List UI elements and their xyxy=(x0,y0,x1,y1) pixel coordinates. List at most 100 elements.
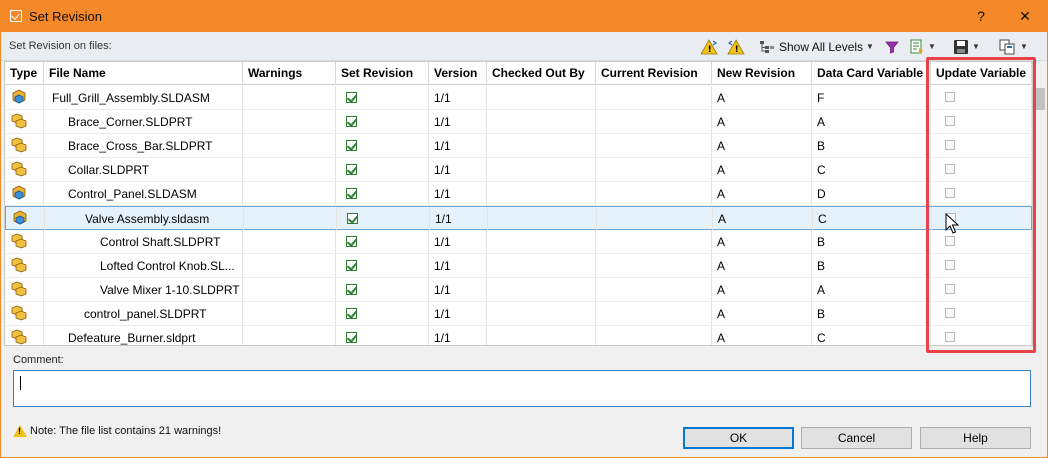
set-revision-checkbox[interactable] xyxy=(346,92,357,103)
help-button[interactable]: Help xyxy=(920,427,1031,449)
new-revision-cell[interactable]: A xyxy=(712,326,812,345)
file-name-cell[interactable]: Control_Panel.SLDASM xyxy=(44,182,243,205)
file-name-cell[interactable]: Collar.SLDPRT xyxy=(44,158,243,181)
file-name-cell[interactable]: Brace_Corner.SLDPRT xyxy=(44,110,243,133)
new-revision-cell[interactable]: A xyxy=(712,86,812,109)
set-revision-cell[interactable] xyxy=(336,158,429,181)
file-name-cell[interactable]: Valve Assembly.sldasm xyxy=(45,207,244,230)
file-name-cell[interactable]: control_panel.SLDPRT xyxy=(44,302,243,325)
set-revision-checkbox[interactable] xyxy=(346,284,357,295)
file-name-cell[interactable]: Brace_Cross_Bar.SLDPRT xyxy=(44,134,243,157)
data-card-variable-cell: B xyxy=(812,230,931,253)
set-revision-cell[interactable] xyxy=(336,182,429,205)
part-icon xyxy=(11,113,27,129)
current-revision-cell xyxy=(597,207,713,230)
table-row[interactable]: Valve Mixer 1-10.SLDPRT 1/1 A A xyxy=(5,278,1032,302)
data-card-variable-cell: C xyxy=(812,158,931,181)
data-card-variable-cell: A xyxy=(812,110,931,133)
new-revision-cell[interactable]: A xyxy=(712,254,812,277)
set-revision-checkbox[interactable] xyxy=(346,260,357,271)
assembly-icon xyxy=(12,89,26,104)
column-header[interactable]: Current Revision xyxy=(596,62,712,85)
new-revision-cell[interactable]: A xyxy=(712,158,812,181)
part-icon xyxy=(11,161,27,177)
set-revision-checkbox[interactable] xyxy=(346,164,357,175)
set-revision-cell[interactable] xyxy=(336,110,429,133)
new-revision-cell[interactable]: A xyxy=(712,134,812,157)
version-cell: 1/1 xyxy=(429,158,487,181)
data-card-variable-cell: C xyxy=(812,326,931,345)
comment-input[interactable] xyxy=(13,370,1031,407)
svg-text:!: ! xyxy=(708,45,712,55)
close-button[interactable]: ✕ xyxy=(1013,6,1037,26)
column-header[interactable]: Warnings xyxy=(243,62,336,85)
save-dropdown[interactable]: ▼ xyxy=(953,37,980,56)
set-revision-cell[interactable] xyxy=(336,254,429,277)
set-revision-checkbox[interactable] xyxy=(346,332,357,343)
column-header[interactable]: Set Revision xyxy=(336,62,429,85)
set-revision-checkbox[interactable] xyxy=(346,188,357,199)
new-revision-cell[interactable]: A xyxy=(713,207,813,230)
scrollbar-thumb[interactable] xyxy=(1036,88,1045,110)
column-header[interactable]: Data Card Variable xyxy=(812,62,931,85)
data-card-variable-cell: D xyxy=(812,182,931,205)
table-row[interactable]: control_panel.SLDPRT 1/1 A B xyxy=(5,302,1032,326)
current-revision-cell xyxy=(596,254,712,277)
checked-out-by-cell xyxy=(487,230,596,253)
table-row[interactable]: Control Shaft.SLDPRT 1/1 A B xyxy=(5,230,1032,254)
column-header[interactable]: File Name xyxy=(44,62,243,85)
column-header[interactable]: Checked Out By xyxy=(487,62,596,85)
file-grid: Type File Name Warnings Set Revision Version… xyxy=(4,61,1033,346)
set-revision-checkbox[interactable] xyxy=(347,213,358,224)
set-revision-checkbox[interactable] xyxy=(346,308,357,319)
table-row[interactable]: Brace_Corner.SLDPRT 1/1 A A xyxy=(5,110,1032,134)
table-row[interactable]: Collar.SLDPRT 1/1 A C xyxy=(5,158,1032,182)
set-revision-cell[interactable] xyxy=(336,230,429,253)
help-title-button[interactable]: ? xyxy=(969,6,993,26)
set-revision-cell[interactable] xyxy=(336,278,429,301)
current-revision-cell xyxy=(596,230,712,253)
set-revision-cell[interactable] xyxy=(337,207,430,230)
table-row[interactable]: Brace_Cross_Bar.SLDPRT 1/1 A B xyxy=(5,134,1032,158)
table-row[interactable]: Defeature_Burner.sldprt 1/1 A C xyxy=(5,326,1032,345)
toolbar: Set Revision on files: ! ! Show All Leve… xyxy=(1,32,1047,61)
warning-previous-icon[interactable]: ! xyxy=(727,37,745,56)
checked-out-by-cell xyxy=(487,86,596,109)
column-header[interactable]: Version xyxy=(429,62,487,85)
new-revision-cell[interactable]: A xyxy=(712,278,812,301)
file-name-cell[interactable]: Defeature_Burner.sldprt xyxy=(44,326,243,345)
set-revision-checkbox[interactable] xyxy=(346,140,357,151)
save-icon xyxy=(954,39,968,54)
set-revision-cell[interactable] xyxy=(336,134,429,157)
filter-icon[interactable] xyxy=(885,37,899,56)
file-name-cell[interactable]: Lofted Control Knob.SL... xyxy=(44,254,243,277)
new-revision-cell[interactable]: A xyxy=(712,110,812,133)
table-row[interactable]: Lofted Control Knob.SL... 1/1 A B xyxy=(5,254,1032,278)
show-all-levels-dropdown[interactable]: Show All Levels ▼ xyxy=(759,37,874,56)
new-revision-cell[interactable]: A xyxy=(712,302,812,325)
column-header[interactable]: New Revision xyxy=(712,62,812,85)
set-revision-checkbox[interactable] xyxy=(346,236,357,247)
table-row[interactable]: Control_Panel.SLDASM 1/1 A D xyxy=(5,182,1032,206)
ok-button[interactable]: OK xyxy=(683,427,794,449)
set-revision-cell[interactable] xyxy=(336,86,429,109)
set-revision-cell[interactable] xyxy=(336,302,429,325)
file-name-cell[interactable]: Valve Mixer 1-10.SLDPRT xyxy=(44,278,243,301)
text-caret xyxy=(20,376,21,390)
table-row[interactable]: Valve Assembly.sldasm 1/1 A C xyxy=(5,206,1032,230)
file-name-cell[interactable]: Full_Grill_Assembly.SLDASM xyxy=(44,86,243,109)
column-header[interactable]: Type xyxy=(5,62,44,85)
warnings-cell xyxy=(244,207,337,230)
set-revision-checkbox[interactable] xyxy=(346,116,357,127)
export-dropdown[interactable]: ▼ xyxy=(909,37,936,56)
set-revision-cell[interactable] xyxy=(336,326,429,345)
warning-next-icon[interactable]: ! xyxy=(700,37,718,56)
table-row[interactable]: Full_Grill_Assembly.SLDASM 1/1 A F xyxy=(5,86,1032,110)
data-card-variable-cell: B xyxy=(812,302,931,325)
cancel-button[interactable]: Cancel xyxy=(801,427,912,449)
new-revision-cell[interactable]: A xyxy=(712,182,812,205)
copy-dropdown[interactable]: ▼ xyxy=(999,37,1028,56)
new-revision-cell[interactable]: A xyxy=(712,230,812,253)
file-name-cell[interactable]: Control Shaft.SLDPRT xyxy=(44,230,243,253)
data-card-variable-cell: B xyxy=(812,134,931,157)
